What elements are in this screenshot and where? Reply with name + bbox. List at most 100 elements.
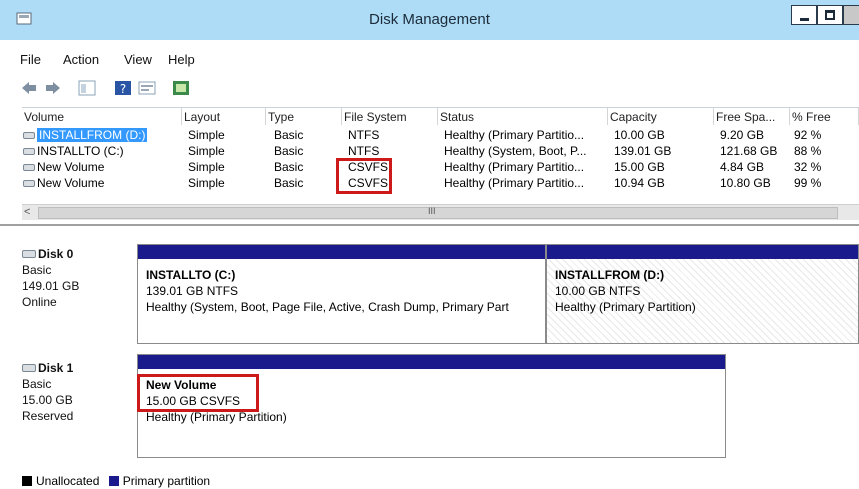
back-arrow-icon[interactable] [20,80,38,96]
disk-icon [22,364,36,372]
cell-volume: INSTALLFROM (D:) [22,128,182,142]
menu-view[interactable]: View [124,52,152,67]
volume-name: New Volume [37,176,105,190]
column-header-volume[interactable]: Volume [22,108,182,125]
disk-icon [22,250,36,258]
minimize-icon [800,18,809,21]
cell-volume: New Volume [22,160,182,174]
cell-type: Basic [274,128,304,142]
cell-free-space: 9.20 GB [720,128,765,142]
volume-icon [23,164,35,171]
cell-volume: INSTALLTO (C:) [22,144,182,158]
cell-type: Basic [274,144,304,158]
cell-layout: Simple [188,160,225,174]
column-header-percent-free[interactable]: % Free [790,108,859,125]
partition-size: 139.01 GB NTFS [146,284,239,298]
cell-percent-free: 99 % [794,176,822,190]
cell-free-space: 10.80 GB [720,176,771,190]
column-header-file-system[interactable]: File System [342,108,438,125]
disk-1-state: Reserved [22,409,74,423]
legend: Unallocated Primary partition [22,474,210,488]
volume-name: New Volume [37,160,105,174]
highlight-box [137,374,259,412]
legend-primary-partition: Primary partition [122,474,211,488]
column-header-capacity[interactable]: Capacity [608,108,714,125]
scrollbar-thumb[interactable] [38,207,838,219]
volume-name: INSTALLFROM (D:) [37,128,148,142]
column-header-status[interactable]: Status [438,108,608,125]
table-row[interactable]: INSTALLTO (C:) Simple Basic NTFS Healthy… [22,144,859,159]
maximize-button[interactable] [817,5,843,25]
disk-0-name: Disk 0 [22,246,79,262]
disk-1-name: Disk 1 [22,360,73,376]
disk-1-type: Basic [22,377,52,391]
primary-partition-swatch [108,476,119,486]
highlight-box [336,158,392,194]
volume-icon [23,132,35,139]
disk-0-type: Basic [22,263,52,277]
partition-bar [547,245,858,259]
cell-capacity: 10.94 GB [614,176,665,190]
cell-file-system: NTFS [348,144,380,158]
cell-free-space: 4.84 GB [720,160,765,174]
help-icon[interactable]: ? [114,80,132,96]
partition-installto[interactable]: INSTALLTO (C:) 139.01 GB NTFS Healthy (S… [137,244,546,344]
partition-bar [138,355,725,369]
legend-unallocated: Unallocated [36,474,100,488]
table-row[interactable]: New Volume Simple Basic CSVFS Healthy (P… [22,160,859,175]
cell-status: Healthy (System, Boot, P... [444,144,587,158]
partition-status: Healthy (Primary Partition) [555,300,696,314]
scrollbar-grip: III [428,206,436,216]
table-row[interactable]: INSTALLFROM (D:) Simple Basic NTFS Healt… [22,128,859,143]
column-header-free-space[interactable]: Free Spa... [714,108,790,125]
volume-name: INSTALLTO (C:) [37,144,124,158]
partition-bar [138,245,545,259]
cell-status: Healthy (Primary Partitio... [444,128,585,142]
cell-percent-free: 92 % [794,128,822,142]
disk-view-icon[interactable] [172,80,190,96]
partition-installfrom[interactable]: INSTALLFROM (D:) 10.00 GB NTFS Healthy (… [546,244,859,344]
disk-graphical-view: Disk 0 Basic 149.01 GB Online INSTALLTO … [0,224,859,489]
cell-layout: Simple [188,176,225,190]
table-row[interactable]: New Volume Simple Basic CSVFS Healthy (P… [22,176,859,191]
disk-1-info[interactable]: Disk 1 Basic 15.00 GB Reserved [22,360,73,424]
disk-0-state: Online [22,295,57,309]
cell-free-space: 121.68 GB [720,144,778,158]
title-bar: Disk Management [0,0,859,40]
disk-0-info[interactable]: Disk 0 Basic 149.01 GB Online [22,246,79,310]
cell-layout: Simple [188,144,225,158]
column-header-layout[interactable]: Layout [182,108,266,125]
partition-status: Healthy (System, Boot, Page File, Active… [146,300,509,314]
menu-help[interactable]: Help [168,52,195,67]
cell-status: Healthy (Primary Partitio... [444,160,585,174]
menu-action[interactable]: Action [63,52,99,67]
maximize-icon [825,10,835,20]
console-tree-icon[interactable] [78,80,96,96]
cell-type: Basic [274,176,304,190]
partition-name: INSTALLFROM (D:) [555,268,665,282]
cell-volume: New Volume [22,176,182,190]
properties-icon[interactable] [138,80,156,96]
close-button[interactable] [843,5,859,25]
toolbar: ? [0,72,859,106]
cell-capacity: 15.00 GB [614,160,665,174]
unallocated-swatch [22,476,32,486]
cell-file-system: NTFS [348,128,380,142]
forward-arrow-icon[interactable] [44,80,62,96]
volume-icon [23,148,35,155]
column-header-type[interactable]: Type [266,108,342,125]
scroll-left-icon[interactable]: < [24,206,30,218]
cell-status: Healthy (Primary Partitio... [444,176,585,190]
minimize-button[interactable] [791,5,817,25]
menu-bar: File Action View Help [0,40,859,67]
svg-text:?: ? [120,82,126,96]
cell-percent-free: 88 % [794,144,822,158]
menu-file[interactable]: File [20,52,41,67]
volume-icon [23,180,35,187]
horizontal-scrollbar[interactable]: < III [22,204,859,220]
disk-0-size: 149.01 GB [22,279,80,293]
cell-capacity: 139.01 GB [614,144,672,158]
cell-capacity: 10.00 GB [614,128,665,142]
cell-type: Basic [274,160,304,174]
window-title: Disk Management [369,11,490,28]
